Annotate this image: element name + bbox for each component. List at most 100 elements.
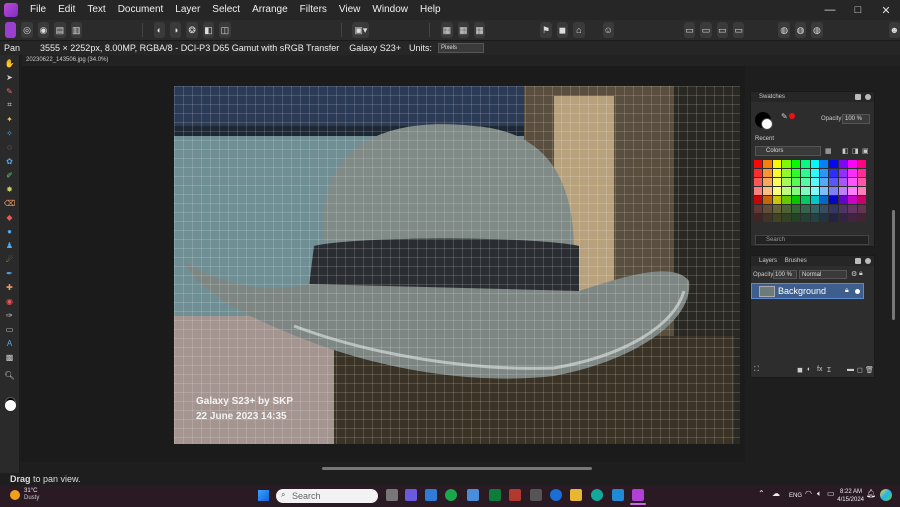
palette-remove-icon[interactable]: ◨: [852, 147, 859, 155]
flag-icon[interactable]: ⚑: [540, 22, 552, 38]
menu-edit[interactable]: Edit: [52, 0, 81, 20]
menu-select[interactable]: Select: [206, 0, 246, 20]
clock-date[interactable]: 4/15/2024: [834, 496, 864, 504]
swatch[interactable]: [838, 214, 848, 222]
swatch[interactable]: [857, 205, 866, 213]
boolean-add-icon[interactable]: ◍: [778, 22, 790, 38]
vertical-scrollbar[interactable]: [892, 210, 895, 320]
tray-overflow-icon[interactable]: ⌃: [758, 490, 765, 498]
swatch[interactable]: [801, 187, 810, 195]
swatch[interactable]: [801, 169, 810, 177]
duplicate-layer-icon[interactable]: ◻: [857, 366, 863, 374]
chrome-icon[interactable]: [550, 489, 562, 501]
swatch[interactable]: [782, 169, 791, 177]
swatch[interactable]: [772, 214, 782, 222]
swatch[interactable]: [772, 196, 782, 204]
swatch[interactable]: [763, 205, 772, 213]
layer-name[interactable]: Background: [778, 284, 826, 298]
swatch[interactable]: [829, 178, 838, 186]
swatch[interactable]: [810, 160, 819, 168]
panel-close-icon[interactable]: [865, 94, 871, 100]
quick-mask-dropdown-icon[interactable]: ▣▾: [352, 22, 370, 38]
freehand-select-icon[interactable]: ✿: [4, 155, 16, 167]
tone-mapping-persona-icon[interactable]: ▤: [54, 22, 66, 38]
swatch[interactable]: [754, 178, 763, 186]
swatch[interactable]: [810, 196, 819, 204]
palette-grid-icon[interactable]: ▦: [825, 147, 832, 155]
swatch[interactable]: [791, 160, 801, 168]
swatch[interactable]: [754, 169, 763, 177]
color-picker-tool-icon[interactable]: ✎: [4, 85, 16, 97]
swatch[interactable]: [772, 178, 782, 186]
horizontal-scrollbar[interactable]: [22, 465, 890, 471]
scrollbar-thumb[interactable]: [322, 467, 592, 470]
layer-settings-icon[interactable]: ⚙: [851, 270, 857, 278]
menu-arrange[interactable]: Arrange: [246, 0, 294, 20]
panel-menu-icon[interactable]: [855, 94, 861, 100]
recent-red-swatch[interactable]: [789, 113, 795, 119]
add-group-icon[interactable]: ▬: [847, 366, 854, 373]
swatch[interactable]: [791, 169, 801, 177]
swatch[interactable]: [772, 187, 782, 195]
swatch[interactable]: [754, 196, 763, 204]
swatch[interactable]: [848, 187, 857, 195]
add-adjustment-icon[interactable]: ◐: [807, 366, 811, 373]
export-persona-icon[interactable]: ▥: [70, 22, 82, 38]
units-dropdown[interactable]: Pixels: [438, 43, 485, 53]
affinity-photo-logo-icon[interactable]: [4, 3, 18, 17]
text-tool-icon[interactable]: A: [4, 337, 16, 349]
mesh-warp-icon[interactable]: ▩: [4, 351, 16, 363]
notification-bell-icon[interactable]: 🔔︎: [866, 490, 876, 498]
add-mask-icon[interactable]: ◼: [797, 366, 803, 374]
chat-icon[interactable]: [405, 489, 417, 501]
panel-close-icon[interactable]: [865, 258, 871, 264]
menu-text[interactable]: Text: [81, 0, 111, 20]
crop-tool-icon[interactable]: ⌗: [4, 99, 16, 111]
liquify-persona-icon[interactable]: ◎: [21, 22, 33, 38]
swatch[interactable]: [819, 178, 829, 186]
swatch[interactable]: [838, 169, 848, 177]
swatch[interactable]: [782, 196, 791, 204]
weather-icon[interactable]: [10, 490, 20, 500]
add-filter-icon[interactable]: fx: [817, 366, 822, 373]
swatch[interactable]: [810, 205, 819, 213]
swatch[interactable]: [848, 169, 857, 177]
swatch[interactable]: [763, 214, 772, 222]
marquee-tool-icon[interactable]: ◌: [4, 141, 16, 153]
layers-tab[interactable]: Layers: [759, 258, 777, 264]
swatch[interactable]: [801, 205, 810, 213]
teal-app-icon[interactable]: [591, 489, 603, 501]
red-eye-tool-icon[interactable]: ◉: [4, 295, 16, 307]
arrange-back-icon[interactable]: ▭: [683, 22, 696, 38]
layer-lock-toggle-icon[interactable]: 🔒︎: [845, 284, 849, 298]
blur-brush-icon[interactable]: ✒: [4, 267, 16, 279]
swatch[interactable]: [829, 196, 838, 204]
color-mode-icon[interactable]: ◑: [170, 22, 182, 38]
menu-view[interactable]: View: [333, 0, 367, 20]
user-account-icon[interactable]: ☻: [888, 22, 900, 38]
brushes-tab[interactable]: Brushes: [785, 258, 807, 264]
swatch[interactable]: [819, 205, 829, 213]
swatch[interactable]: [791, 214, 801, 222]
swatch[interactable]: [791, 187, 801, 195]
swatch[interactable]: [838, 160, 848, 168]
swatch[interactable]: [857, 169, 866, 177]
swatch[interactable]: [829, 214, 838, 222]
swatch[interactable]: [829, 187, 838, 195]
swatch[interactable]: [848, 214, 857, 222]
menu-layer[interactable]: Layer: [169, 0, 206, 20]
arrange-forward-icon[interactable]: ▭: [700, 22, 712, 38]
selection-brush-icon[interactable]: ✦: [4, 113, 16, 125]
swatch[interactable]: [791, 178, 801, 186]
minimize-button[interactable]: —: [816, 4, 844, 16]
refine-icon[interactable]: ◫: [219, 22, 231, 38]
language-indicator[interactable]: ENG: [789, 492, 802, 500]
swatch[interactable]: [763, 160, 772, 168]
swatch[interactable]: [857, 160, 866, 168]
pixel-tool-icon[interactable]: ✸: [4, 183, 16, 195]
swatch[interactable]: [819, 187, 829, 195]
swatch[interactable]: [857, 214, 866, 222]
smudge-tool-icon[interactable]: ☄: [4, 253, 16, 265]
speaker-icon[interactable]: 🔈︎: [817, 490, 822, 498]
document-tab[interactable]: 20230622_143506.jpg (34.0%): [22, 55, 108, 66]
